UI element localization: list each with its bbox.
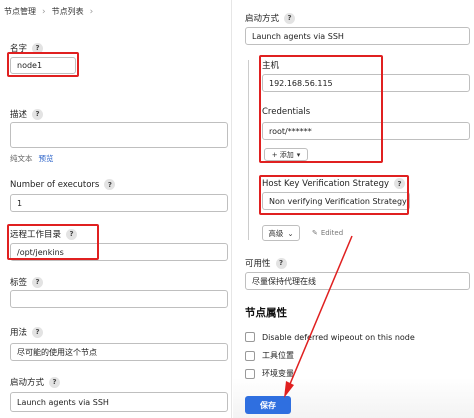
host-key-verification-select[interactable]: Non verifying Verification Strategy [262,192,410,210]
chevron-right-icon: › [89,6,94,17]
checkbox[interactable] [245,350,255,361]
checkbox[interactable] [245,332,255,342]
help-icon[interactable]: ? [275,257,287,269]
node-properties-title: 节点属性 [245,307,287,319]
description-label: 描述 ? [10,108,44,120]
name-input[interactable]: node1 [10,57,76,74]
host-key-verification-label: Host Key Verification Strategy ? [262,178,406,189]
availability-select[interactable]: 尽量保持代理在线 [245,272,470,290]
nested-section-border [248,60,249,240]
help-icon[interactable]: ? [66,228,78,240]
pencil-icon: ✎ [312,229,318,237]
usage-label: 用法 ? [10,326,44,338]
add-credentials-button[interactable]: + 添加 ▾ [264,148,308,161]
credentials-select[interactable]: root/****** [262,122,470,140]
help-icon[interactable]: ? [32,276,44,288]
executors-input[interactable]: 1 [10,194,228,212]
availability-label: 可用性 ? [245,257,287,269]
help-icon[interactable]: ? [32,326,44,338]
launch-method-select[interactable]: Launch agents via SSH [10,392,228,412]
launch-method-label: 启动方式 ? [10,376,61,388]
remote-dir-input[interactable]: /opt/jenkins [10,243,228,261]
advanced-button[interactable]: 高级 ⌄ [262,225,300,241]
help-icon[interactable]: ? [32,108,44,120]
host-label: 主机 [262,61,280,71]
plain-text-link[interactable]: 纯文本 [10,153,33,164]
description-format-links: 纯文本 预览 [10,153,54,164]
usage-select[interactable]: 尽可能的使用这个节点 [10,343,228,361]
tags-input[interactable] [10,290,228,308]
breadcrumb: 节点管理 › 节点列表 › [4,6,93,17]
launch-method-select-right[interactable]: Launch agents via SSH [245,27,470,45]
chevron-down-icon: ⌄ [287,228,294,238]
credentials-label: Credentials [262,107,311,117]
chevron-right-icon: › [42,6,46,17]
help-icon[interactable]: ? [394,178,406,189]
help-icon[interactable]: ? [32,42,44,54]
property-disable-wipeout[interactable]: Disable deferred wipeout on this node [245,332,415,342]
description-textarea[interactable] [10,122,228,148]
executors-label: Number of executors ? [10,179,116,190]
help-icon[interactable]: ? [104,179,116,190]
host-input[interactable]: 192.168.56.115 [262,74,470,92]
preview-link[interactable]: 预览 [39,153,54,164]
property-tool-locations[interactable]: 工具位置 [245,350,294,361]
help-icon[interactable]: ? [284,12,296,24]
launch-method-label-right: 启动方式 ? [245,12,296,24]
remote-dir-label: 远程工作目录 ? [10,228,78,240]
help-icon[interactable]: ? [49,376,61,388]
caret-down-icon: ▾ [296,150,301,159]
checkbox[interactable] [245,368,255,379]
breadcrumb-item-nodes-manage[interactable]: 节点管理 [4,6,36,17]
edited-indicator: ✎ Edited [312,229,344,237]
tags-label: 标签 ? [10,276,44,288]
save-button[interactable]: 保存 [245,396,291,414]
name-label: 名字 ? [10,42,44,54]
breadcrumb-item-node-list[interactable]: 节点列表 [52,6,84,17]
